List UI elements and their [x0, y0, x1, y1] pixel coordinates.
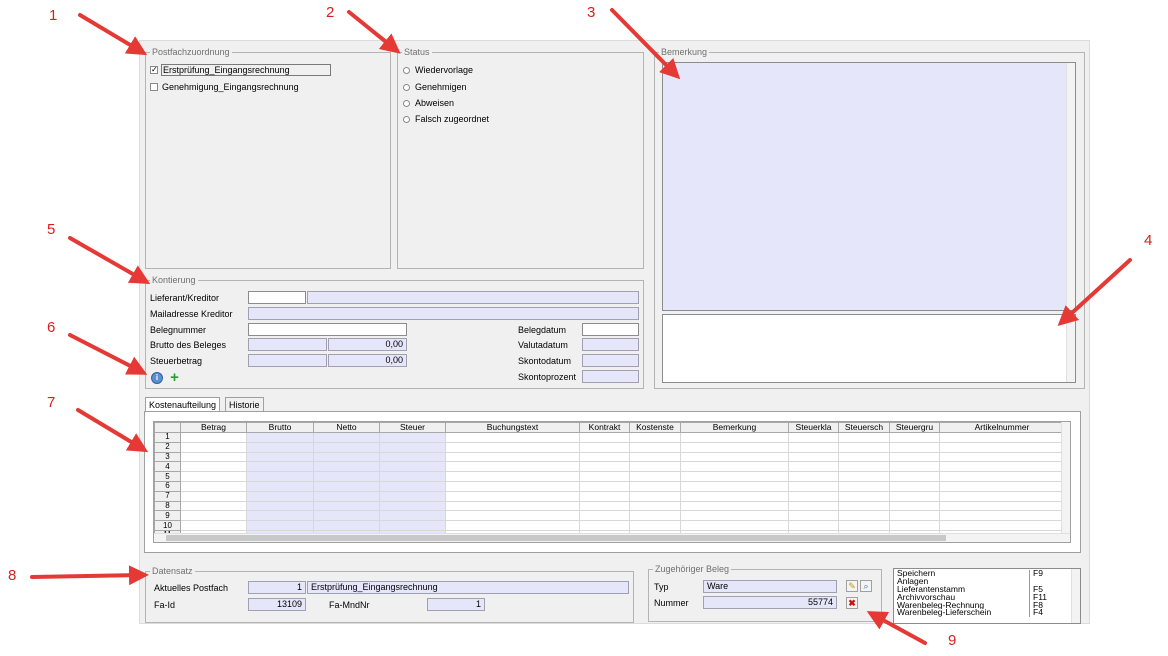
arrow-6: [68, 333, 148, 375]
arrow-8: [30, 565, 149, 586]
annotation-arrows: [30, 8, 1132, 645]
arrow-3: [610, 8, 681, 80]
arrow-2: [347, 10, 401, 54]
arrow-9: [866, 611, 927, 645]
arrow-7: [76, 408, 149, 453]
arrow-5: [68, 236, 151, 284]
arrow-1: [78, 13, 148, 56]
arrow-4: [1057, 258, 1132, 327]
